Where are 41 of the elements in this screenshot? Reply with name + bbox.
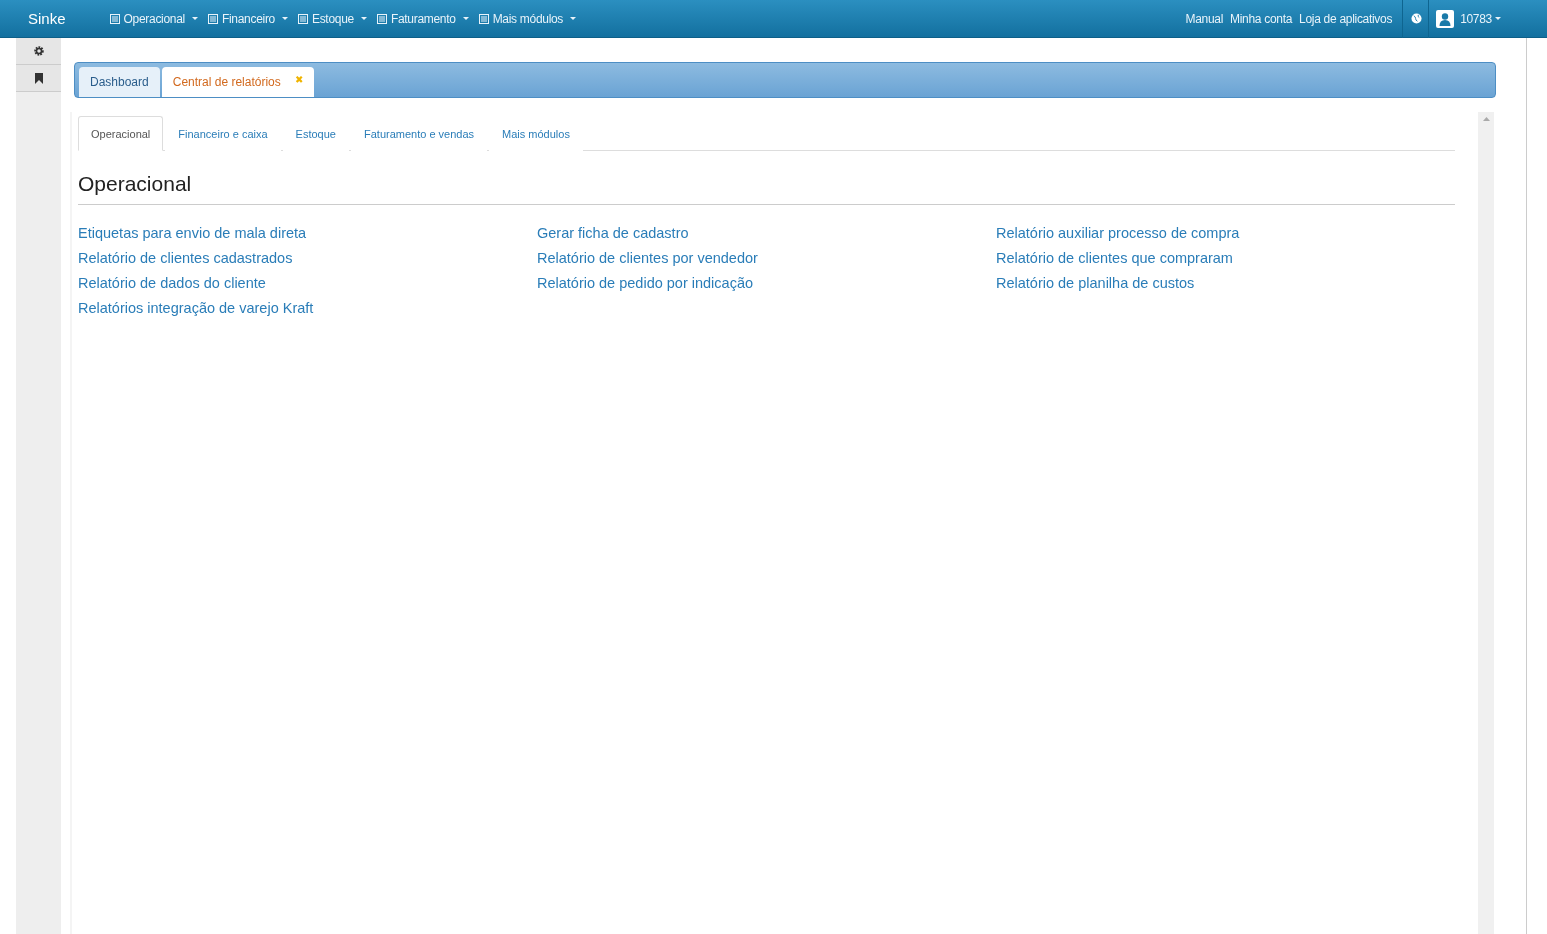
nav-link[interactable]: Manual [1185, 11, 1223, 26]
report-link[interactable]: Relatório de clientes por vendedor [537, 249, 758, 267]
user-avatar-icon [1436, 9, 1455, 28]
report-link[interactable]: Relatórios integração de varejo Kraft [78, 299, 314, 317]
menu-item[interactable]: Financeiro [207, 11, 288, 26]
user-menu[interactable]: 10783 [1460, 11, 1501, 26]
report-link[interactable]: Relatório de clientes que compraram [996, 249, 1233, 267]
scrollbar[interactable] [1478, 112, 1494, 934]
nav-link[interactable]: Minha conta [1230, 11, 1293, 26]
caret-icon [462, 17, 469, 20]
report-link[interactable]: Gerar ficha de cadastro [537, 224, 689, 242]
list-icon [297, 13, 308, 24]
caret-icon [1495, 17, 1501, 20]
report-link[interactable]: Relatório de dados do cliente [78, 274, 266, 292]
section-heading: Operacional [78, 172, 1455, 205]
menu-item[interactable]: Faturamento [376, 11, 469, 26]
report-link[interactable]: Relatório de pedido por indicação [537, 274, 754, 292]
report-link[interactable]: Relatório auxiliar processo de compra [996, 224, 1240, 242]
list-icon [478, 13, 489, 24]
list-icon [207, 13, 218, 24]
nav-link[interactable]: Loja de aplicativos [1299, 11, 1393, 26]
report-tab[interactable]: Operacional [78, 116, 164, 151]
report-link[interactable]: Relatório de clientes cadastrados [78, 249, 293, 267]
list-icon [376, 13, 387, 24]
caret-icon [570, 17, 577, 20]
caret-icon [360, 17, 367, 20]
menu-item[interactable]: Operacional [109, 11, 198, 26]
caret-icon [281, 17, 288, 20]
menu-item[interactable]: Estoque [297, 11, 367, 26]
brand-name[interactable]: Sinke [28, 10, 66, 27]
settings-icon [33, 46, 44, 56]
list-icon [109, 13, 120, 24]
bookmark-button[interactable] [16, 65, 61, 92]
document-tab[interactable]: Central de relatórios ✖ [161, 67, 314, 97]
report-link[interactable]: Relatório de planilha de custos [996, 274, 1195, 292]
settings-button[interactable] [16, 38, 61, 65]
bookmark-icon [34, 72, 43, 84]
document-tab[interactable]: Dashboard [79, 67, 160, 97]
menu-item[interactable]: Mais módulos [478, 11, 577, 26]
report-link[interactable]: Etiquetas para envio de mala direta [78, 224, 307, 242]
caret-icon [191, 17, 198, 20]
